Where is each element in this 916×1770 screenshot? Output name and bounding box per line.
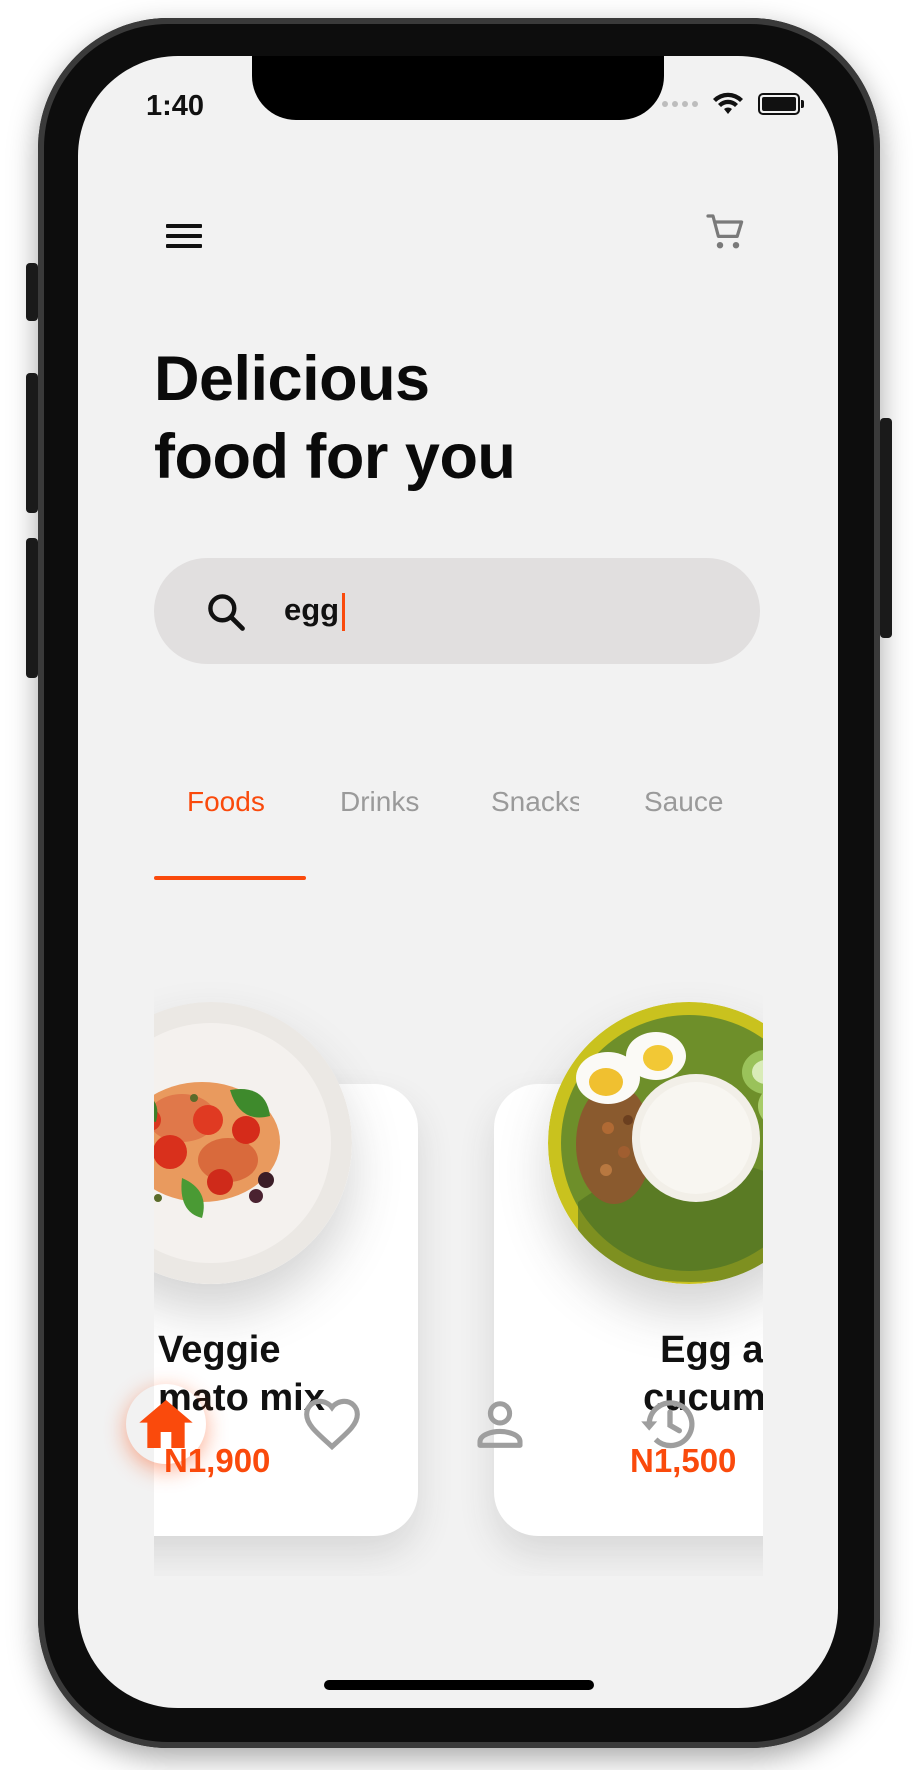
battery-icon xyxy=(758,93,804,115)
home-glow xyxy=(126,1384,206,1464)
page-title: Delicious food for you xyxy=(154,340,754,496)
search-input[interactable] xyxy=(284,586,704,634)
mute-switch xyxy=(26,263,38,321)
volume-down-button xyxy=(26,538,38,678)
cart-icon[interactable] xyxy=(702,208,750,256)
tab-sauce[interactable]: Sauce xyxy=(644,786,723,818)
nav-favorites[interactable] xyxy=(300,1392,364,1456)
home-indicator[interactable] xyxy=(324,1680,594,1690)
search-icon xyxy=(208,594,245,631)
bottom-navigation xyxy=(78,1392,838,1512)
nav-home[interactable] xyxy=(134,1392,198,1456)
power-button xyxy=(880,418,892,638)
text-caret xyxy=(342,593,345,631)
history-icon xyxy=(641,1400,695,1449)
user-icon xyxy=(477,1401,523,1448)
signal-dots-icon xyxy=(662,101,698,107)
volume-up-button xyxy=(26,373,38,513)
status-icons xyxy=(662,92,804,116)
title-line-2: food for you xyxy=(154,422,516,492)
active-tab-indicator xyxy=(154,876,306,880)
tab-drinks[interactable]: Drinks xyxy=(340,786,419,818)
title-line-1: Delicious xyxy=(154,344,430,414)
nav-history[interactable] xyxy=(638,1392,702,1456)
tab-snacks[interactable]: Snacks xyxy=(491,786,579,818)
menu-icon[interactable] xyxy=(164,218,204,258)
nav-profile[interactable] xyxy=(468,1392,532,1456)
heart-icon xyxy=(304,1398,360,1451)
app-screen: 1:40 Delicious food for you Foods Drinks… xyxy=(78,56,838,1708)
search-bar[interactable] xyxy=(154,558,760,664)
category-tabs: Foods Drinks Snacks Sauce xyxy=(154,786,760,836)
wifi-icon xyxy=(713,92,743,114)
status-time: 1:40 xyxy=(146,90,205,122)
notch xyxy=(252,56,664,120)
tab-foods[interactable]: Foods xyxy=(187,786,265,818)
